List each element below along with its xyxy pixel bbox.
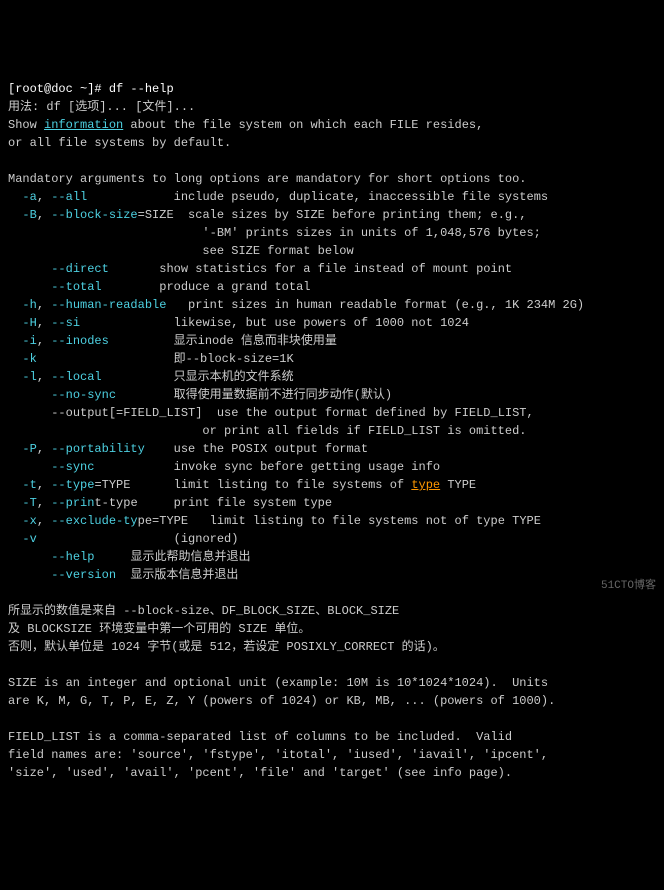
- watermark: 51CTO博客: [601, 578, 656, 595]
- option-short: -l: [22, 370, 36, 384]
- option-desc: 只显示本机的文件系统: [102, 370, 294, 384]
- option-desc: 显示此帮助信息并退出: [94, 550, 250, 564]
- command-text: df --help: [109, 82, 174, 96]
- option-long: pe=TYPE: [138, 514, 188, 528]
- option-desc: show statistics for a file instead of mo…: [109, 262, 512, 276]
- option-desc: scale sizes by SIZE before printing them…: [174, 208, 527, 222]
- option-desc: likewise, but use powers of 1000 not 102…: [80, 316, 469, 330]
- text: or all file systems by default.: [8, 136, 231, 150]
- option-long: --help: [51, 550, 94, 564]
- option-arg: =TYPE: [94, 478, 130, 492]
- option-long: --inodes: [51, 334, 109, 348]
- option-desc: 显示inode 信息而非块使用量: [109, 334, 337, 348]
- option-short: -v: [22, 532, 36, 546]
- text: are K, M, G, T, P, E, Z, Y (powers of 10…: [8, 694, 555, 708]
- option-long: --output: [51, 406, 109, 420]
- option-long: --si: [51, 316, 80, 330]
- option-long: --human-readable: [51, 298, 166, 312]
- terminal-output[interactable]: [root@doc ~]# df --help 用法: df [选项]... […: [8, 80, 656, 782]
- option-arg: [=FIELD_LIST]: [109, 406, 203, 420]
- link-information[interactable]: information: [44, 118, 123, 132]
- option-long: t-type: [94, 496, 137, 510]
- text: FIELD_LIST is a comma-separated list of …: [8, 730, 512, 744]
- option-desc: invoke sync before getting usage info: [94, 460, 440, 474]
- text: about the file system on which each FILE…: [123, 118, 483, 132]
- text: 所显示的数值是来自 --block-size、DF_BLOCK_SIZE、BLO…: [8, 604, 399, 618]
- option-short: -i: [22, 334, 36, 348]
- option-short: -k: [22, 352, 36, 366]
- link-type[interactable]: type: [411, 478, 440, 492]
- option-long: --no-sync: [51, 388, 116, 402]
- option-arg: =SIZE: [138, 208, 174, 222]
- option-desc: see SIZE format below: [8, 244, 354, 258]
- option-short: -a: [22, 190, 36, 204]
- option-short: -T: [22, 496, 36, 510]
- option-desc: produce a grand total: [102, 280, 311, 294]
- text: Show: [8, 118, 44, 132]
- option-desc: 取得使用量数据前不进行同步动作(默认): [116, 388, 392, 402]
- option-short: -x: [22, 514, 36, 528]
- option-short: -h: [22, 298, 36, 312]
- option-long: --portability: [51, 442, 145, 456]
- text: Mandatory arguments to long options are …: [8, 172, 526, 186]
- option-long: --all: [51, 190, 87, 204]
- option-long: --local: [51, 370, 101, 384]
- text: field names are: 'source', 'fstype', 'it…: [8, 748, 548, 762]
- option-short: -P: [22, 442, 36, 456]
- option-desc: include pseudo, duplicate, inaccessible …: [87, 190, 548, 204]
- option-long: --prin: [51, 496, 94, 510]
- option-long: --exclude-ty: [51, 514, 137, 528]
- text: SIZE is an integer and optional unit (ex…: [8, 676, 548, 690]
- option-desc: limit listing to file systems of: [130, 478, 411, 492]
- text: 否则，默认单位是 1024 字节(或是 512，若设定 POSIXLY_CORR…: [8, 640, 445, 654]
- option-long: --direct: [51, 262, 109, 276]
- prompt: [root@doc ~]#: [8, 82, 109, 96]
- option-desc: or print all fields if FIELD_LIST is omi…: [8, 424, 526, 438]
- option-desc: limit listing to file systems not of typ…: [188, 514, 541, 528]
- option-long: --block-size: [51, 208, 137, 222]
- option-desc: print sizes in human readable format (e.…: [166, 298, 584, 312]
- option-long: --total: [51, 280, 101, 294]
- option-short: -B: [22, 208, 36, 222]
- option-desc: (ignored): [37, 532, 239, 546]
- usage-line: 用法: df [选项]... [文件]...: [8, 100, 195, 114]
- option-desc: use the output format defined by FIELD_L…: [202, 406, 533, 420]
- option-short: -H: [22, 316, 36, 330]
- option-long: --version: [51, 568, 116, 582]
- option-desc: use the POSIX output format: [145, 442, 368, 456]
- option-desc: 即--block-size=1K: [37, 352, 294, 366]
- option-desc: print file system type: [138, 496, 332, 510]
- option-long: --sync: [51, 460, 94, 474]
- option-desc: TYPE: [440, 478, 476, 492]
- option-desc: '-BM' prints sizes in units of 1,048,576…: [8, 226, 541, 240]
- option-desc: 显示版本信息并退出: [116, 568, 238, 582]
- text: 及 BLOCKSIZE 环境变量中第一个可用的 SIZE 单位。: [8, 622, 310, 636]
- option-long: --type: [51, 478, 94, 492]
- text: 'size', 'used', 'avail', 'pcent', 'file'…: [8, 766, 512, 780]
- option-short: -t: [22, 478, 36, 492]
